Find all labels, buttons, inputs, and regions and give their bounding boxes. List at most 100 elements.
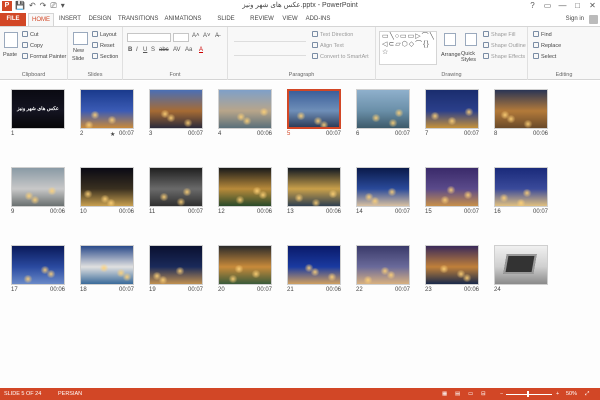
slide-image[interactable]: [287, 89, 341, 129]
convert-smartart-button[interactable]: Convert to SmartArt: [312, 53, 369, 61]
slide-thumbnail[interactable]: 22 00:07: [356, 245, 410, 295]
slide-image[interactable]: [149, 245, 203, 285]
copy-button[interactable]: Copy: [22, 42, 43, 50]
zoom-slider-thumb[interactable]: [526, 391, 529, 397]
slide-thumbnail[interactable]: 5 00:07: [287, 89, 341, 139]
text-direction-button[interactable]: Text Direction: [312, 31, 353, 39]
slide-image[interactable]: [80, 245, 134, 285]
quick-styles-button[interactable]: Quick Styles: [461, 51, 483, 63]
alignment-buttons[interactable]: [234, 47, 306, 56]
slide-image[interactable]: [425, 167, 479, 207]
font-color-button[interactable]: A: [199, 47, 203, 53]
animation-star-icon[interactable]: ★: [110, 131, 115, 138]
find-button[interactable]: Find: [533, 31, 552, 39]
tab-slide-show[interactable]: SLIDE SHOW: [208, 13, 244, 35]
slide-image[interactable]: [494, 89, 548, 129]
slide-image[interactable]: عکس های شهر ونیز: [11, 89, 65, 129]
shape-fill-button[interactable]: Shape Fill: [483, 31, 515, 39]
slide-image[interactable]: [11, 245, 65, 285]
shapes-gallery[interactable]: ▭╲○▭▭▷⌒╲ ◁⊂▱⬡◇⌒{}☆: [379, 31, 437, 65]
slide-image[interactable]: [80, 167, 134, 207]
slide-thumbnail[interactable]: 3 00:07: [149, 89, 203, 139]
shadow-button[interactable]: S: [151, 47, 155, 53]
select-button[interactable]: Select: [533, 53, 556, 61]
shape-outline-button[interactable]: Shape Outline: [483, 42, 526, 50]
close-button[interactable]: ✕: [585, 0, 600, 11]
sign-in-link[interactable]: Sign in: [566, 13, 584, 26]
slide-image[interactable]: [356, 167, 410, 207]
section-button[interactable]: Section: [92, 53, 118, 61]
strikethrough-button[interactable]: abc: [159, 47, 169, 53]
new-slide-button[interactable]: New: [73, 47, 84, 55]
tab-design[interactable]: DESIGN: [87, 13, 113, 26]
tab-add-ins[interactable]: ADD-INS: [305, 13, 331, 26]
slide-image[interactable]: [494, 245, 548, 285]
slide-image[interactable]: [149, 89, 203, 129]
slide-image[interactable]: [356, 89, 410, 129]
format-painter-button[interactable]: Format Painter: [22, 53, 66, 61]
maximize-button[interactable]: □: [570, 0, 585, 11]
slide-thumbnail[interactable]: 7 00:07: [425, 89, 479, 139]
slide-thumbnail[interactable]: 13 00:06: [287, 167, 341, 217]
slide-thumbnail[interactable]: 24: [494, 245, 548, 295]
slide-thumbnail[interactable]: 18 00:07: [80, 245, 134, 295]
italic-button[interactable]: I: [136, 47, 138, 53]
zoom-slider[interactable]: [506, 393, 552, 395]
shape-effects-button[interactable]: Shape Effects: [483, 53, 525, 61]
underline-button[interactable]: U: [143, 47, 147, 53]
slide-thumbnail[interactable]: 21 00:06: [287, 245, 341, 295]
slide-thumbnail[interactable]: 23 00:06: [425, 245, 479, 295]
font-family-select[interactable]: [127, 33, 171, 42]
slideshow-view-icon[interactable]: ⊟: [481, 388, 486, 400]
slide-thumbnail[interactable]: 8 00:06: [494, 89, 548, 139]
slide-thumbnail[interactable]: 10 00:06: [80, 167, 134, 217]
slide-image[interactable]: [356, 245, 410, 285]
slide-thumbnail[interactable]: 12 00:06: [218, 167, 272, 217]
minimize-button[interactable]: —: [555, 0, 570, 11]
tab-animations[interactable]: ANIMATIONS: [163, 13, 203, 26]
shrink-font-icon[interactable]: A˅: [203, 33, 211, 39]
zoom-out-button[interactable]: −: [500, 388, 503, 400]
tab-review[interactable]: REVIEW: [250, 13, 274, 26]
slide-thumbnail[interactable]: 17 00:06: [11, 245, 65, 295]
language-indicator[interactable]: PERSIAN: [58, 388, 82, 400]
reset-button[interactable]: Reset: [92, 42, 114, 50]
change-case-button[interactable]: Aa: [185, 47, 192, 53]
grow-font-icon[interactable]: A˄: [192, 33, 200, 39]
paste-button[interactable]: Paste: [3, 51, 17, 59]
tab-insert[interactable]: INSERT: [58, 13, 82, 26]
slide-thumbnail[interactable]: 6 00:07: [356, 89, 410, 139]
slide-image[interactable]: [11, 167, 65, 207]
ribbon-display-button[interactable]: ▭: [540, 0, 555, 11]
slide-thumbnail[interactable]: 16 00:07: [494, 167, 548, 217]
slide-image[interactable]: [80, 89, 134, 129]
font-size-select[interactable]: [173, 33, 189, 42]
clear-format-icon[interactable]: A̶: [215, 33, 219, 39]
tab-file[interactable]: FILE: [0, 13, 26, 26]
slide-image[interactable]: [494, 167, 548, 207]
slide-thumbnail[interactable]: عکس های شهر ونیز 1: [11, 89, 65, 139]
sorter-view-icon[interactable]: ▤: [455, 388, 460, 400]
slide-thumbnail[interactable]: 2 ★ 00:07: [80, 89, 134, 139]
zoom-level[interactable]: 50%: [566, 388, 577, 400]
slide-thumbnail[interactable]: 9 00:06: [11, 167, 65, 217]
slide-image[interactable]: [218, 245, 272, 285]
slide-image[interactable]: [287, 167, 341, 207]
slide-thumbnail[interactable]: 19 00:07: [149, 245, 203, 295]
slide-image[interactable]: [287, 245, 341, 285]
reading-view-icon[interactable]: ▭: [468, 388, 473, 400]
layout-button[interactable]: Layout: [92, 31, 117, 39]
help-button[interactable]: ?: [525, 0, 540, 11]
fit-to-window-icon[interactable]: ⤢: [585, 388, 589, 400]
list-buttons[interactable]: [234, 33, 306, 42]
tab-view[interactable]: VIEW: [280, 13, 300, 26]
slide-image[interactable]: [425, 89, 479, 129]
slide-thumbnail[interactable]: 20 00:07: [218, 245, 272, 295]
slide-image[interactable]: [218, 167, 272, 207]
slide-thumbnail[interactable]: 14 00:07: [356, 167, 410, 217]
avatar[interactable]: [589, 15, 598, 24]
slide-thumbnail[interactable]: 4 00:06: [218, 89, 272, 139]
slide-thumbnail[interactable]: 11 00:07: [149, 167, 203, 217]
slide-image[interactable]: [425, 245, 479, 285]
slide-thumbnail[interactable]: 15 00:07: [425, 167, 479, 217]
